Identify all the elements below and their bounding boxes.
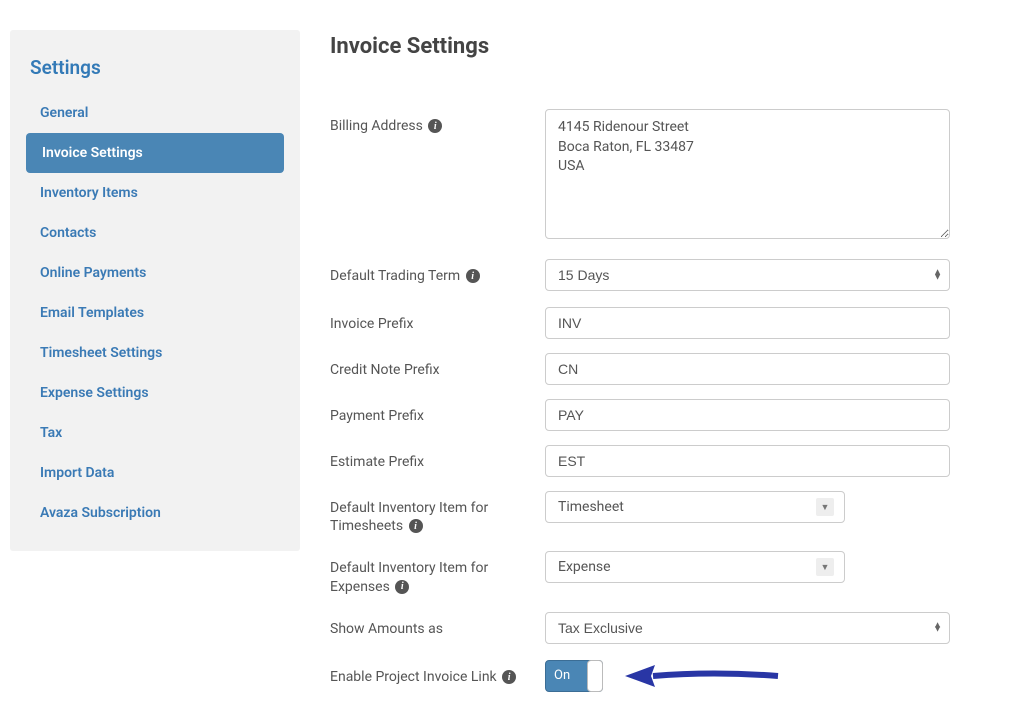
sidebar-item-email-templates[interactable]: Email Templates: [10, 293, 300, 333]
sidebar-item-contacts[interactable]: Contacts: [10, 213, 300, 253]
show-amounts-as-select[interactable]: Tax Exclusive: [545, 612, 950, 644]
default-inv-expenses-label: Default Inventory Item for Expenses i: [330, 551, 545, 595]
invoice-prefix-input[interactable]: [545, 307, 950, 339]
enable-project-invoice-link-label: Enable Project Invoice Link i: [330, 660, 545, 686]
default-inv-timesheets-label: Default Inventory Item for Timesheets i: [330, 491, 545, 535]
info-icon[interactable]: i: [395, 580, 409, 594]
info-icon[interactable]: i: [466, 269, 480, 283]
enable-project-invoice-link-toggle[interactable]: On: [545, 660, 603, 692]
default-trading-term-select[interactable]: 15 Days: [545, 259, 950, 291]
sidebar-item-import-data[interactable]: Import Data: [10, 453, 300, 493]
settings-sidebar: Settings General Invoice Settings Invent…: [10, 30, 300, 551]
chevron-down-icon: ▼: [816, 558, 834, 576]
estimate-prefix-label: Estimate Prefix: [330, 445, 545, 471]
chevron-down-icon: ▼: [816, 498, 834, 516]
default-trading-term-label: Default Trading Term i: [330, 259, 545, 285]
page-title: Invoice Settings: [330, 34, 950, 59]
toggle-handle: [587, 660, 603, 692]
arrow-annotation-icon: [623, 661, 783, 691]
info-icon[interactable]: i: [409, 519, 423, 533]
sidebar-item-online-payments[interactable]: Online Payments: [10, 253, 300, 293]
payment-prefix-input[interactable]: [545, 399, 950, 431]
billing-address-input[interactable]: 4145 Ridenour Street Boca Raton, FL 3348…: [545, 109, 950, 239]
default-inv-timesheets-select[interactable]: Timesheet ▼: [545, 491, 845, 523]
credit-note-prefix-label: Credit Note Prefix: [330, 353, 545, 379]
credit-note-prefix-input[interactable]: [545, 353, 950, 385]
default-inv-expenses-select[interactable]: Expense ▼: [545, 551, 845, 583]
sidebar-item-avaza-subscription[interactable]: Avaza Subscription: [10, 493, 300, 533]
info-icon[interactable]: i: [502, 670, 516, 684]
payment-prefix-label: Payment Prefix: [330, 399, 545, 425]
estimate-prefix-input[interactable]: [545, 445, 950, 477]
show-amounts-as-label: Show Amounts as: [330, 612, 545, 638]
sidebar-item-expense-settings[interactable]: Expense Settings: [10, 373, 300, 413]
sidebar-item-tax[interactable]: Tax: [10, 413, 300, 453]
sidebar-title: Settings: [10, 48, 300, 93]
sidebar-item-invoice-settings[interactable]: Invoice Settings: [26, 133, 284, 173]
info-icon[interactable]: i: [428, 119, 442, 133]
main-content: Invoice Settings Billing Address i 4145 …: [330, 10, 1020, 708]
sidebar-item-timesheet-settings[interactable]: Timesheet Settings: [10, 333, 300, 373]
sidebar-item-inventory-items[interactable]: Inventory Items: [10, 173, 300, 213]
sidebar-item-general[interactable]: General: [10, 93, 300, 133]
billing-address-label: Billing Address i: [330, 109, 545, 135]
invoice-prefix-label: Invoice Prefix: [330, 307, 545, 333]
toggle-on-label: On: [546, 668, 570, 683]
